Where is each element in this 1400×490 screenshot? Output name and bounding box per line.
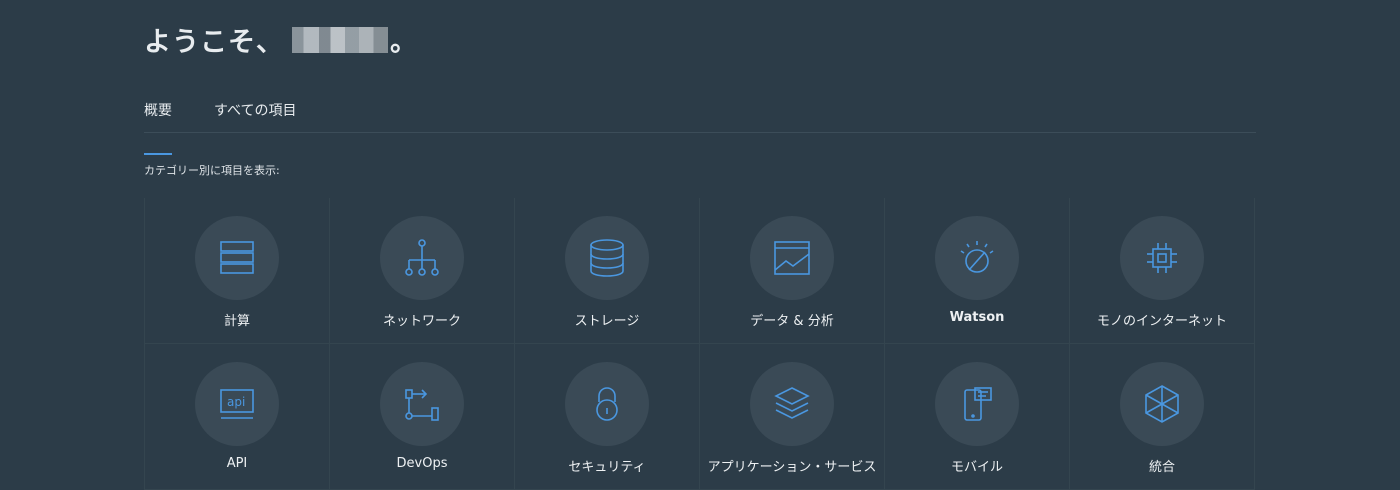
tile-icon-circle	[935, 216, 1019, 300]
tile-label: データ & 分析	[750, 314, 834, 329]
tile-icon-circle	[750, 216, 834, 300]
tile-icon-circle	[1120, 216, 1204, 300]
tile-label: モバイル	[950, 460, 1003, 475]
tile-label: アプリケーション・サービス	[707, 460, 877, 475]
tab-overview[interactable]: 概要	[144, 100, 172, 155]
tile-storage[interactable]: ストレージ	[515, 198, 700, 344]
hexagon-icon	[1145, 385, 1179, 423]
tile-label: セキュリティ	[568, 460, 646, 475]
welcome-prefix: ようこそ、	[144, 27, 284, 58]
svg-text:api: api	[227, 395, 245, 409]
tile-icon-circle	[565, 216, 649, 300]
chart-icon	[774, 241, 810, 275]
tile-label: API	[226, 456, 248, 471]
tile-icon-circle	[750, 362, 834, 446]
network-icon	[405, 239, 439, 276]
tile-label: モノのインターネット	[1096, 314, 1227, 329]
tile-icon-circle	[935, 362, 1019, 446]
welcome-suffix: 。	[390, 27, 418, 58]
tile-mobile[interactable]: モバイル	[885, 344, 1070, 490]
tile-icon-circle	[1120, 362, 1204, 446]
watson-icon	[960, 241, 994, 273]
category-grid: 計算 ネットワーク ストレージ データ & 分析 Watson モノのインターネ…	[144, 198, 1257, 490]
tile-icon-circle: api	[195, 362, 279, 446]
tile-icon-circle	[380, 362, 464, 446]
tile-watson[interactable]: Watson	[885, 198, 1070, 344]
tile-icon-circle	[380, 216, 464, 300]
tile-iot[interactable]: モノのインターネット	[1070, 198, 1255, 344]
tile-data-analytics[interactable]: データ & 分析	[700, 198, 885, 344]
layers-icon	[774, 387, 810, 419]
tile-integration[interactable]: 統合	[1070, 344, 1255, 490]
tile-devops[interactable]: DevOps	[330, 344, 515, 490]
tile-icon-circle	[195, 216, 279, 300]
tile-label: 計算	[223, 314, 250, 329]
devops-icon	[405, 389, 439, 421]
tile-app-services[interactable]: アプリケーション・サービス	[700, 344, 885, 490]
tile-label: ストレージ	[574, 314, 640, 329]
redacted-username	[292, 26, 388, 53]
tile-icon-circle	[565, 362, 649, 446]
category-prompt: カテゴリー別に項目を表示:	[144, 164, 280, 177]
api-icon: api	[220, 389, 254, 419]
page-title: ようこそ、 。	[144, 20, 418, 59]
tab-bar: 概要 すべての項目	[144, 100, 1256, 155]
mobile-icon	[964, 387, 992, 421]
database-icon	[590, 239, 624, 277]
tile-api[interactable]: api API	[145, 344, 330, 490]
tile-label: Watson	[949, 310, 1005, 325]
server-icon	[220, 241, 254, 274]
tile-label: DevOps	[396, 456, 448, 471]
tile-label: 統合	[1148, 460, 1175, 475]
tile-network[interactable]: ネットワーク	[330, 198, 515, 344]
tab-all-items[interactable]: すべての項目	[214, 100, 296, 132]
chip-icon	[1147, 243, 1177, 273]
tile-security[interactable]: セキュリティ	[515, 344, 700, 490]
tile-label: ネットワーク	[382, 314, 461, 329]
lock-icon	[596, 387, 618, 421]
tile-compute[interactable]: 計算	[145, 198, 330, 344]
